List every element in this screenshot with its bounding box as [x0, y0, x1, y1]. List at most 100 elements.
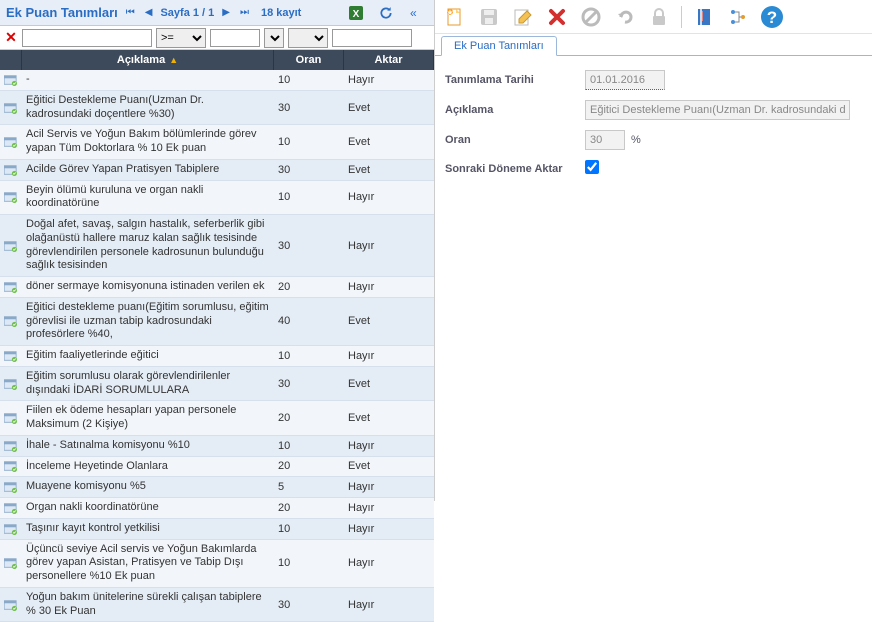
table-row[interactable]: Fiilen ek ödeme hesapları yapan personel… — [0, 401, 434, 436]
cell-oran: 10 — [274, 436, 344, 456]
tree-icon[interactable] — [726, 5, 750, 29]
tab-ek-puan[interactable]: Ek Puan Tanımları — [441, 36, 557, 56]
cell-oran: 5 — [274, 477, 344, 497]
row-icon — [0, 457, 22, 477]
svg-text:?: ? — [767, 8, 777, 27]
cell-aktar: Hayır — [344, 540, 434, 587]
cell-aciklama: Eğitim sorumlusu olarak görevlendirilenl… — [22, 367, 274, 401]
cell-oran: 30 — [274, 160, 344, 180]
lock-icon[interactable] — [647, 5, 671, 29]
cell-aktar: Hayır — [344, 277, 434, 297]
row-icon — [0, 367, 22, 401]
filter-op2-select[interactable]: * — [264, 28, 284, 48]
table-row[interactable]: İhale - Satınalma komisyonu %1010Hayır — [0, 436, 434, 457]
save-icon[interactable] — [477, 5, 501, 29]
table-row[interactable]: Eğitici destekleme puanı(Eğitim sorumlus… — [0, 298, 434, 346]
cell-oran: 10 — [274, 540, 344, 587]
table-row[interactable]: Acilde Görev Yapan Pratisyen Tabiplere30… — [0, 160, 434, 181]
filter-aktar-input[interactable] — [332, 29, 412, 47]
cell-aktar: Hayır — [344, 519, 434, 539]
cell-aktar: Hayır — [344, 436, 434, 456]
filter-oran-input[interactable] — [210, 29, 260, 47]
row-icon — [0, 477, 22, 497]
svg-text:«: « — [410, 7, 417, 19]
cell-aktar: Evet — [344, 457, 434, 477]
nav-last-icon[interactable]: ⏭ — [238, 7, 251, 18]
table-row[interactable]: Beyin ölümü kuruluna ve organ nakli koor… — [0, 181, 434, 216]
record-count: 18 kayıt — [261, 7, 301, 19]
filter-row: ✕ >= * — [0, 26, 434, 50]
filter-aciklama-input[interactable] — [22, 29, 152, 47]
grid-body: -10HayırEğitici Destekleme Puanı(Uzman D… — [0, 70, 434, 622]
cell-oran: 20 — [274, 401, 344, 435]
edit-icon[interactable] — [511, 5, 535, 29]
cell-aktar: Evet — [344, 367, 434, 401]
table-row[interactable]: Doğal afet, savaş, salgın hastalık, sefe… — [0, 215, 434, 277]
table-row[interactable]: Üçüncü seviye Acil servis ve Yoğun Bakım… — [0, 540, 434, 588]
nav-prev-icon[interactable]: ◀ — [143, 7, 155, 18]
cell-oran: 20 — [274, 277, 344, 297]
row-icon — [0, 401, 22, 435]
delete-icon[interactable] — [545, 5, 569, 29]
row-icon — [0, 277, 22, 297]
cell-oran: 30 — [274, 588, 344, 622]
cell-aciklama: Muayene komisyonu %5 — [22, 477, 274, 497]
cell-aciklama: Beyin ölümü kuruluna ve organ nakli koor… — [22, 181, 274, 215]
grid-header: Ek Puan Tanımları ⏮ ◀ Sayfa 1 / 1 ▶ ⏭ 18… — [0, 0, 434, 26]
cell-oran: 10 — [274, 519, 344, 539]
table-row[interactable]: Taşınır kayıt kontrol yetkilisi10Hayır — [0, 519, 434, 540]
cell-oran: 10 — [274, 181, 344, 215]
refresh-icon[interactable] — [374, 1, 398, 25]
cell-aktar: Evet — [344, 401, 434, 435]
new-icon[interactable]: ★ — [443, 5, 467, 29]
detail-toolbar: ★ ? — [435, 0, 872, 34]
row-icon — [0, 181, 22, 215]
cell-aciklama: İnceleme Heyetinde Olanlara — [22, 457, 274, 477]
input-aciklama[interactable] — [585, 100, 850, 120]
cell-aktar: Evet — [344, 91, 434, 125]
cell-aktar: Evet — [344, 298, 434, 345]
disable-icon[interactable] — [579, 5, 603, 29]
col-oran[interactable]: Oran — [274, 50, 344, 70]
table-row[interactable]: Eğitim sorumlusu olarak görevlendirilenl… — [0, 367, 434, 402]
cell-aciklama: Taşınır kayıt kontrol yetkilisi — [22, 519, 274, 539]
filter-op1-select[interactable]: >= — [156, 28, 206, 48]
filter-op3-select[interactable] — [288, 28, 328, 48]
table-row[interactable]: Yoğun bakım ünitelerine sürekli çalışan … — [0, 588, 434, 622]
table-row[interactable]: Organ nakli koordinatörüne20Hayır — [0, 498, 434, 519]
export-excel-icon[interactable]: X — [344, 1, 368, 25]
cell-aciklama: Doğal afet, savaş, salgın hastalık, sefe… — [22, 215, 274, 276]
help-icon[interactable]: ? — [760, 5, 784, 29]
checkbox-aktar[interactable] — [585, 160, 599, 174]
row-icon — [0, 298, 22, 345]
cell-aktar: Hayır — [344, 588, 434, 622]
cell-oran: 20 — [274, 457, 344, 477]
label-tarih: Tanımlama Tarihi — [445, 74, 585, 86]
row-icon — [0, 70, 22, 90]
cell-aciklama: Eğitici destekleme puanı(Eğitim sorumlus… — [22, 298, 274, 345]
toolbar-separator — [681, 6, 682, 28]
nav-first-icon[interactable]: ⏮ — [124, 7, 137, 18]
input-oran[interactable] — [585, 130, 625, 150]
undo-icon[interactable] — [613, 5, 637, 29]
table-row[interactable]: Muayene komisyonu %55Hayır — [0, 477, 434, 498]
label-aktar: Sonraki Döneme Aktar — [445, 163, 585, 175]
cell-aktar: Hayır — [344, 346, 434, 366]
table-row[interactable]: döner sermaye komisyonuna istinaden veri… — [0, 277, 434, 298]
expand-icon[interactable]: « — [404, 1, 428, 25]
grid-title: Ek Puan Tanımları — [6, 5, 118, 20]
table-row[interactable]: Eğitim faaliyetlerinde eğitici10Hayır — [0, 346, 434, 367]
table-row[interactable]: -10Hayır — [0, 70, 434, 91]
input-tarih[interactable] — [585, 70, 665, 90]
detail-form: Tanımlama Tarihi Açıklama Oran % Sonraki… — [435, 56, 872, 201]
table-row[interactable]: İnceleme Heyetinde Olanlara20Evet — [0, 457, 434, 478]
cell-oran: 40 — [274, 298, 344, 345]
col-aciklama[interactable]: Açıklama▲ — [22, 50, 274, 70]
table-row[interactable]: Eğitici Destekleme Puanı(Uzman Dr. kadro… — [0, 91, 434, 126]
book-icon[interactable] — [692, 5, 716, 29]
table-row[interactable]: Acil Servis ve Yoğun Bakım bölümlerinde … — [0, 125, 434, 160]
col-aktar[interactable]: Aktar — [344, 50, 434, 70]
clear-filter-icon[interactable]: ✕ — [4, 29, 18, 46]
nav-next-icon[interactable]: ▶ — [220, 7, 232, 18]
row-icon — [0, 519, 22, 539]
